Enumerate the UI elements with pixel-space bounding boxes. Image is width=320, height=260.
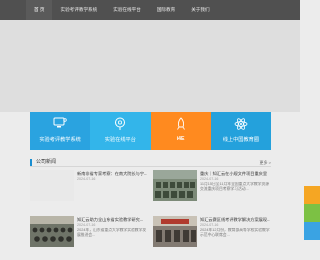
news-title[interactable]: 重庆｜知汇云在小规文件项目重庆里 [200,171,270,176]
news-title[interactable]: 知汇云赛区线考评教学解决方案展现... [200,217,270,222]
tile-i4e[interactable]: i4E [150,112,211,150]
news-thumbnail[interactable] [30,216,74,247]
news-list: 新南非省专家考察：在南大院长与宁... 2024-07-16 重庆｜知汇云在小规… [30,170,271,260]
tile-lab-exam-system[interactable]: 实验考评教学系统 [30,112,91,150]
computer-icon [30,117,90,133]
news-item[interactable]: 知汇云助力全山东省实验教学研究... 2024-07-16 2024年，山东省重… [30,216,148,260]
tile-label: 实验在线平台 [104,137,136,143]
atom-icon [211,117,271,133]
tile-label: i4E [176,136,185,142]
news-more-link[interactable]: 更多 > [260,159,271,166]
news-summary: 2024年12月份，教育部高等学校实验教学示范中心联席会... [200,228,270,237]
tile-label: 实验考评教学系统 [39,137,81,143]
sidebar-button-blue[interactable] [304,222,320,240]
location-pin-icon [90,117,150,133]
news-title[interactable]: 知汇云助力全山东省实验教学研究... [77,217,147,222]
news-date: 2024-07-16 [77,177,96,181]
news-date: 2024-07-16 [200,177,219,181]
nav-item-about-us[interactable]: 关于我们 [183,0,217,20]
nav-item-lab-online-platform[interactable]: 实验在线平台 [105,0,149,20]
news-thumbnail[interactable] [153,170,197,201]
sidebar-button-orange[interactable] [304,186,320,204]
main-nav: 首 页 实验考评教学系统 实验在线平台 国际教育 关于我们 [26,0,218,20]
news-item[interactable]: 知汇云赛区线考评教学解决方案展现... 2024-07-16 2024年12月份… [153,216,271,260]
feature-tiles: 实验考评教学系统 实验在线平台 i4E 线上中国教育圈 [30,112,271,150]
tile-label: 线上中国教育圈 [222,137,260,143]
news-thumbnail[interactable] [30,170,74,201]
tile-online-china-education[interactable]: 线上中国教育圈 [210,112,271,150]
news-item[interactable]: 新南非省专家考察：在南大院长与宁... 2024-07-16 [30,170,148,214]
nav-item-home[interactable]: 首 页 [26,0,53,20]
sidebar-button-green[interactable] [304,204,320,222]
news-summary [77,182,147,196]
news-date: 2024-07-16 [77,223,96,227]
floating-sidebar [304,186,320,240]
news-thumbnail[interactable] [153,216,197,247]
news-section-header: 公司新闻 更多 > [30,159,271,167]
news-date: 2024-07-16 [200,223,219,227]
nav-item-international-education[interactable]: 国际教育 [149,0,183,20]
nav-item-lab-exam-system[interactable]: 实验考评教学系统 [52,0,105,20]
news-summary: 2024年，山东省重点大学教学实验教学发展推进会... [77,228,147,237]
news-section-title: 公司新闻 [30,159,56,166]
top-navbar: 首 页 实验考评教学系统 实验在线平台 国际教育 关于我们 [0,0,300,20]
news-summary: 11月15日至11月年全国重点大学教学资源交流重庆项目考察学习活动... [200,182,270,191]
news-title[interactable]: 新南非省专家考察：在南大院长与宁... [77,171,147,176]
rocket-icon [151,117,211,133]
news-item[interactable]: 重庆｜知汇云在小规文件项目重庆里 2024-07-16 11月15日至11月年全… [153,170,271,214]
hero-banner [0,20,300,112]
tile-lab-online-platform[interactable]: 实验在线平台 [90,112,151,150]
